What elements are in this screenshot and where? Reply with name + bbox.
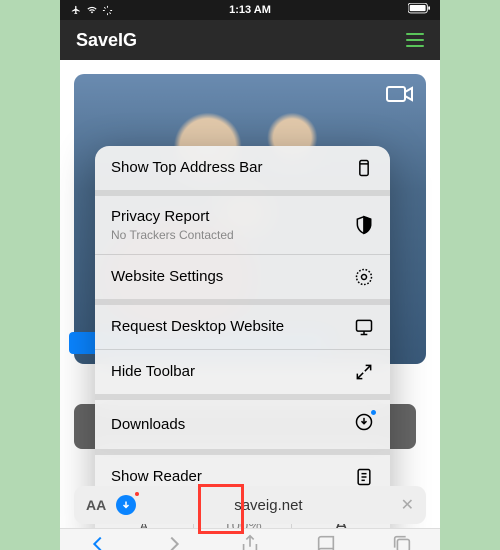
menu-downloads[interactable]: Downloads	[95, 400, 390, 449]
menu-label: Request Desktop Website	[111, 318, 284, 336]
menu-sublabel: No Trackers Contacted	[111, 228, 234, 242]
menu-request-desktop[interactable]: Request Desktop Website	[95, 305, 390, 350]
app-header: SaveIG	[60, 20, 440, 60]
bookmarks-button[interactable]	[315, 533, 337, 550]
video-icon	[386, 84, 414, 104]
phone-frame: 1:13 AM SaveIG Show Top Address Bar	[60, 0, 440, 550]
address-bar-icon	[354, 158, 374, 178]
status-left	[70, 5, 113, 16]
browser-toolbar	[60, 528, 440, 550]
shield-icon	[354, 215, 374, 235]
download-icon	[354, 412, 374, 432]
menu-hide-toolbar[interactable]: Hide Toolbar	[95, 350, 390, 394]
tabs-button[interactable]	[391, 533, 413, 550]
aa-button[interactable]: AA	[86, 497, 106, 513]
menu-label: Show Reader	[111, 468, 202, 486]
reader-icon	[354, 467, 374, 487]
status-bar: 1:13 AM	[60, 0, 440, 20]
menu-label: Website Settings	[111, 268, 223, 286]
app-title: SaveIG	[76, 30, 137, 51]
status-right	[408, 3, 430, 17]
menu-show-top-address-bar[interactable]: Show Top Address Bar	[95, 146, 390, 190]
status-time: 1:13 AM	[229, 4, 271, 16]
back-button[interactable]	[87, 533, 109, 550]
menu-privacy-report[interactable]: Privacy Report No Trackers Contacted	[95, 196, 390, 255]
menu-label: Hide Toolbar	[111, 363, 195, 381]
expand-icon	[354, 362, 374, 382]
menu-label: Show Top Address Bar	[111, 159, 262, 177]
close-icon[interactable]: ✕	[401, 495, 414, 515]
gear-icon	[354, 267, 374, 287]
menu-label: Downloads	[111, 416, 185, 434]
share-button[interactable]	[239, 533, 261, 550]
menu-website-settings[interactable]: Website Settings	[95, 255, 390, 299]
url-domain: saveig.net	[146, 497, 390, 514]
download-indicator-icon[interactable]	[116, 495, 136, 515]
menu-icon[interactable]	[406, 33, 424, 47]
desktop-icon	[354, 317, 374, 337]
url-bar[interactable]: AA saveig.net ✕	[74, 486, 426, 524]
menu-label: Privacy Report	[111, 208, 234, 226]
forward-button[interactable]	[163, 533, 185, 550]
